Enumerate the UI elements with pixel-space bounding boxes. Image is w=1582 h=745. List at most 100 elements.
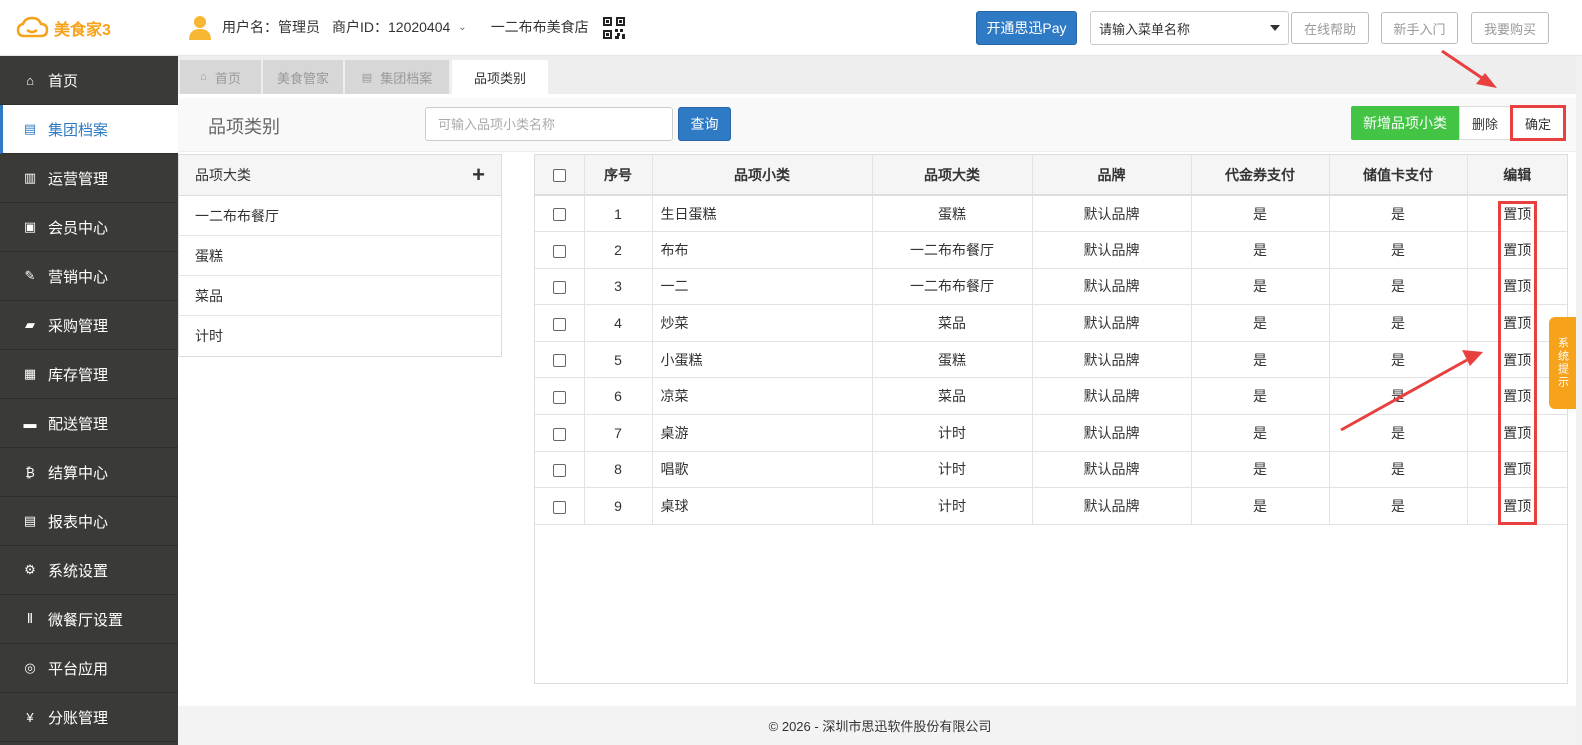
main-category: 菜品	[872, 377, 1033, 416]
sidebar-item[interactable]: ▦ 库存管理	[0, 350, 178, 399]
page-scrollbar[interactable]	[1576, 56, 1582, 745]
table-row[interactable]: 5 小蛋糕 蛋糕 默认品牌是是置顶	[535, 341, 1567, 379]
system-tip-tab[interactable]: 系统提示	[1549, 317, 1576, 409]
pin-top-link[interactable]: 置顶	[1467, 451, 1567, 489]
checkbox-cell	[535, 268, 585, 306]
row-checkbox[interactable]	[552, 281, 566, 295]
row-checkbox[interactable]	[552, 464, 566, 478]
app-logo[interactable]: 美食家3	[16, 14, 111, 42]
bitcoin-icon: ₿	[25, 464, 35, 480]
voucher-payment: 是	[1191, 304, 1330, 342]
confirm-button[interactable]: 确定	[1510, 105, 1566, 141]
row-checkbox[interactable]	[552, 244, 566, 258]
table-row[interactable]: 2 布布 一二布布餐厅 默认品牌是是置顶	[535, 231, 1567, 269]
newbie-guide-button[interactable]: 新手入门	[1381, 12, 1458, 44]
pin-top-link[interactable]: 置顶	[1467, 487, 1567, 525]
sidebar-item[interactable]: ⚙ 系统设置	[0, 546, 178, 595]
table-row[interactable]: 4 炒菜 菜品 默认品牌是是置顶	[535, 304, 1567, 342]
pin-top-link[interactable]: 置顶	[1467, 414, 1567, 452]
table-row[interactable]: 6 凉菜 菜品 默认品牌是是置顶	[535, 377, 1567, 416]
sidebar-item[interactable]: ▰ 采购管理	[0, 301, 178, 350]
sidebar-item[interactable]: ₿ 结算中心	[0, 448, 178, 497]
column-header: 编辑	[1467, 155, 1567, 196]
online-help-button[interactable]: 在线帮助	[1291, 12, 1369, 44]
column-header: 品牌	[1032, 155, 1192, 196]
tab-item-category[interactable]: 品项类别	[452, 60, 548, 94]
column-header: 代金券支付	[1191, 155, 1330, 196]
row-number: 6	[584, 377, 653, 416]
table-row[interactable]: 1 生日蛋糕 蛋糕 默认品牌是是置顶	[535, 195, 1567, 233]
subcategory-name: 桌游	[652, 414, 873, 452]
sidebar-item[interactable]: ▤ 集团档案	[0, 105, 178, 154]
table-row[interactable]: 3 一二 一二布布餐厅 默认品牌是是置顶	[535, 268, 1567, 306]
plus-icon[interactable]: +	[472, 164, 485, 186]
voucher-payment: 是	[1191, 231, 1330, 269]
card-payment: 是	[1329, 451, 1468, 489]
home-icon: ⌂	[26, 72, 34, 88]
subcategory-table-panel: 序号 品项小类 品项大类 品牌 代金券支付 储值卡支付 编辑 1 生日蛋糕 蛋糕 默认…	[534, 154, 1568, 684]
sidebar-item[interactable]: ¥ 分账管理	[0, 693, 178, 742]
page-title: 品项类别	[208, 117, 280, 137]
subcategory-name: 凉菜	[652, 377, 873, 416]
sidebar-item[interactable]: ▬ 配送管理	[0, 399, 178, 448]
row-checkbox[interactable]	[552, 317, 566, 331]
sidebar-item[interactable]: ▣ 会员中心	[0, 203, 178, 252]
brand: 默认品牌	[1032, 451, 1192, 489]
row-checkbox[interactable]	[552, 354, 566, 368]
tab-home[interactable]: ⌂ 首页	[180, 60, 261, 94]
chevron-down-icon[interactable]: ⌄	[458, 22, 466, 33]
pin-top-link[interactable]: 置顶	[1467, 231, 1567, 269]
column-header: 序号	[584, 155, 653, 196]
building-icon: ▦	[23, 366, 37, 381]
sidebar-item[interactable]: ✎ 营销中心	[0, 252, 178, 301]
gears-icon: ⚙	[24, 562, 36, 577]
pin-top-link[interactable]: 置顶	[1467, 195, 1567, 233]
sidebar-item-label: 集团档案	[48, 121, 109, 139]
subcategory-name: 桌球	[652, 487, 873, 525]
sidebar-item-label: 配送管理	[48, 415, 109, 433]
table-row[interactable]: 8 唱歌 计时 默认品牌是是置顶	[535, 451, 1567, 489]
row-checkbox[interactable]	[552, 208, 566, 222]
category-item[interactable]: 蛋糕	[179, 236, 501, 276]
menu-search-text: 请输入菜单名称	[1099, 21, 1191, 37]
qr-code-icon[interactable]	[603, 17, 625, 39]
table-row[interactable]: 9 桌球 计时 默认品牌是是置顶	[535, 487, 1567, 525]
tab-bar: ⌂ 首页 美食管家 ▤ 集团档案 品项类别	[178, 56, 1582, 94]
menu-search-select[interactable]: 请输入菜单名称	[1090, 11, 1289, 45]
id-card-icon: ▣	[23, 219, 37, 234]
main-category: 蛋糕	[872, 195, 1033, 233]
buy-button[interactable]: 我要购买	[1471, 12, 1549, 44]
delete-button[interactable]: 删除	[1459, 106, 1511, 140]
table-row[interactable]: 7 桌游 计时 默认品牌是是置顶	[535, 414, 1567, 452]
category-item[interactable]: 计时	[179, 316, 501, 356]
brand: 默认品牌	[1032, 304, 1192, 342]
category-item[interactable]: 菜品	[179, 276, 501, 316]
sidebar-item[interactable]: ⌂ 首页	[0, 56, 178, 105]
merchant-id-label[interactable]: 商户ID：12020404	[332, 17, 450, 37]
tab-food-manager[interactable]: 美食管家	[263, 60, 343, 94]
row-number: 5	[584, 341, 653, 379]
sidebar-item[interactable]: ▥ 运营管理	[0, 154, 178, 203]
checkbox-cell	[535, 451, 585, 489]
tab-group-archive[interactable]: ▤ 集团档案	[345, 60, 449, 94]
brand: 默认品牌	[1032, 268, 1192, 306]
document-icon: ▤	[361, 71, 373, 84]
row-checkbox[interactable]	[552, 500, 566, 514]
home-icon: ⌂	[200, 71, 207, 83]
subcategory-name: 唱歌	[652, 451, 873, 489]
row-checkbox[interactable]	[552, 391, 566, 405]
row-checkbox[interactable]	[552, 427, 566, 441]
add-subcategory-button[interactable]: 新增品项小类	[1351, 106, 1459, 140]
subcategory-name: 布布	[652, 231, 873, 269]
sidebar-item[interactable]: Ⅱ 微餐厅设置	[0, 595, 178, 644]
subcategory-search-input[interactable]	[425, 107, 673, 141]
open-pay-button[interactable]: 开通思迅Pay	[976, 11, 1077, 45]
query-button[interactable]: 查询	[678, 107, 731, 141]
sidebar-item[interactable]: ▤ 报表中心	[0, 497, 178, 546]
pin-top-link[interactable]: 置顶	[1467, 268, 1567, 306]
select-all-checkbox[interactable]	[552, 169, 566, 183]
category-item[interactable]: 一二布布餐厅	[179, 196, 501, 236]
sidebar-item[interactable]: ◎ 平台应用	[0, 644, 178, 693]
sidebar-item-label: 采购管理	[48, 317, 109, 335]
row-number: 3	[584, 268, 653, 306]
